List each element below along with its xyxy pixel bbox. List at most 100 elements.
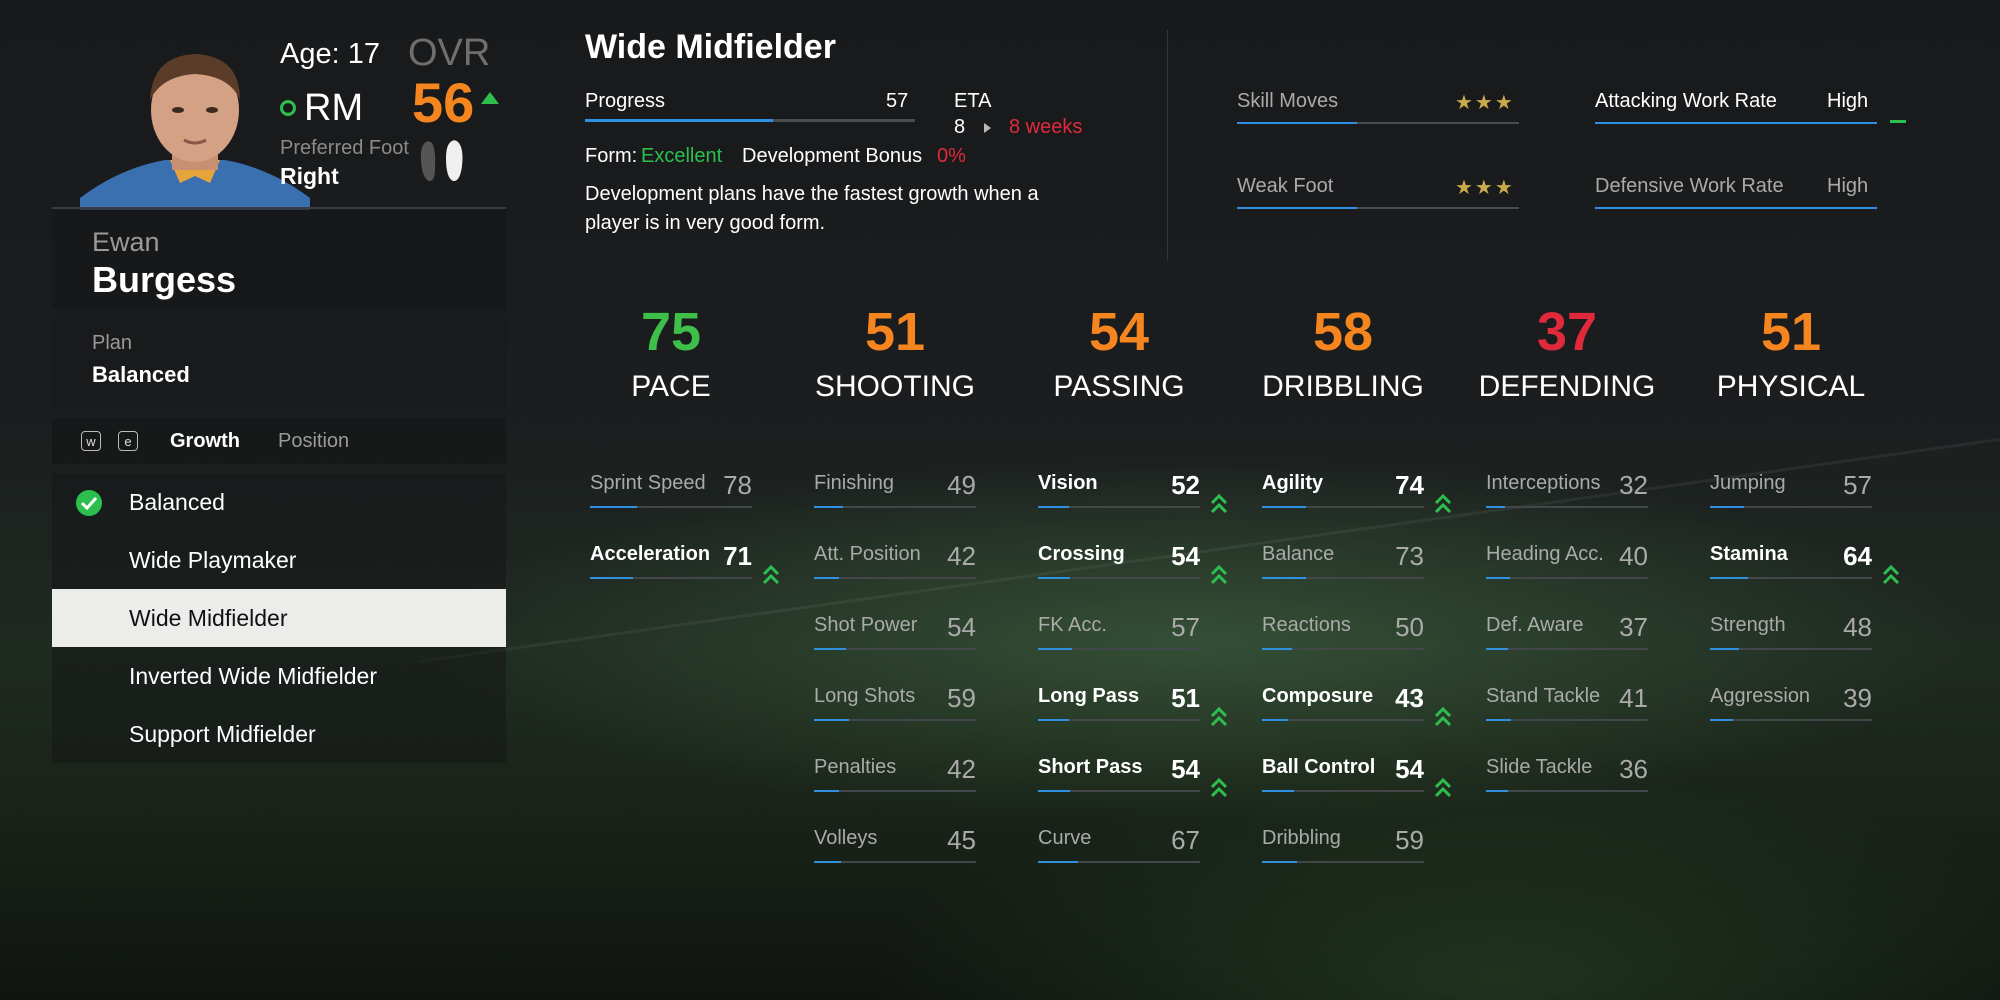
- key-e-icon: e: [118, 431, 138, 451]
- stat-value: 51: [1171, 683, 1200, 713]
- stat-bar-fill: [1038, 719, 1069, 721]
- stat-bar: [1038, 577, 1200, 579]
- stat-row[interactable]: Strength 48: [1710, 612, 1872, 654]
- stat-row[interactable]: Slide Tackle 36: [1486, 754, 1648, 796]
- development-bonus-label: Development Bonus: [742, 145, 923, 167]
- stat-label: Aggression: [1710, 685, 1811, 707]
- stat-bar: [1710, 506, 1872, 508]
- plan-item[interactable]: Support Midfielder: [52, 705, 506, 763]
- player-name-card: Ewan Burgess: [52, 209, 506, 309]
- category-value: 54: [1088, 302, 1150, 362]
- plan-item[interactable]: Wide Playmaker: [52, 531, 506, 589]
- vertical-divider: [1167, 30, 1168, 260]
- stat-bar-fill: [1262, 861, 1298, 863]
- stat-bar-fill: [814, 719, 850, 721]
- stat-row[interactable]: Acceleration 71: [590, 541, 752, 583]
- stat-row[interactable]: Penalties 42: [814, 754, 976, 796]
- stat-row[interactable]: Reactions 50: [1262, 612, 1424, 654]
- stat-row[interactable]: Short Pass 54: [1038, 754, 1200, 796]
- stat-label: Jumping: [1710, 472, 1786, 494]
- plan-item[interactable]: Wide Midfielder: [52, 589, 506, 647]
- stat-label: Sprint Speed: [590, 472, 706, 494]
- category-value: 75: [640, 302, 702, 362]
- stat-label: Interceptions: [1486, 472, 1601, 494]
- eta-weeks: 8 weeks: [1009, 116, 1083, 138]
- stat-row[interactable]: Composure 43: [1262, 683, 1424, 725]
- plan-title: Wide Midfielder: [585, 28, 836, 66]
- stat-row[interactable]: Stand Tackle 41: [1486, 683, 1648, 725]
- stat-value: 39: [1843, 683, 1872, 713]
- defensive-work-rate-value: High: [1827, 175, 1869, 197]
- growth-up-icon: [1210, 492, 1228, 516]
- tab-growth[interactable]: Growth: [170, 430, 240, 453]
- stat-row[interactable]: Heading Acc. 40: [1486, 541, 1648, 583]
- stat-bar: [1710, 719, 1872, 721]
- stat-row[interactable]: Sprint Speed 78: [590, 470, 752, 512]
- stat-bar: [814, 719, 976, 721]
- growth-up-icon: [1434, 776, 1452, 800]
- stat-bar-fill: [1710, 648, 1739, 650]
- stat-row[interactable]: Long Shots 59: [814, 683, 976, 725]
- stat-label: Vision: [1038, 472, 1098, 494]
- stat-value: 43: [1395, 683, 1424, 713]
- stat-row[interactable]: Volleys 45: [814, 825, 976, 867]
- stat-row[interactable]: Dribbling 59: [1262, 825, 1424, 867]
- stat-label: Agility: [1262, 472, 1324, 494]
- stat-row[interactable]: Finishing 49: [814, 470, 976, 512]
- stat-label: Reactions: [1262, 614, 1351, 636]
- preferred-foot-label: Preferred Foot: [280, 137, 409, 159]
- stat-value: 73: [1395, 541, 1424, 571]
- stat-row[interactable]: Att. Position 42: [814, 541, 976, 583]
- stat-bar-fill: [1038, 861, 1079, 863]
- stat-label: Slide Tackle: [1486, 756, 1593, 778]
- stat-row[interactable]: Crossing 54: [1038, 541, 1200, 583]
- stat-label: Ball Control: [1262, 756, 1376, 778]
- plan-item[interactable]: Balanced: [52, 473, 506, 531]
- stat-bar: [1038, 790, 1200, 792]
- plan-item[interactable]: Inverted Wide Midfielder: [52, 647, 506, 705]
- stat-label: Heading Acc.: [1486, 543, 1604, 565]
- skill-moves-stars-icon: ★★★: [1455, 92, 1515, 114]
- defensive-work-rate-bar: [1595, 207, 1877, 209]
- stat-row[interactable]: Ball Control 54: [1262, 754, 1424, 796]
- stat-row[interactable]: Shot Power 54: [814, 612, 976, 654]
- check-icon: [76, 490, 102, 516]
- tab-position[interactable]: Position: [278, 430, 349, 453]
- attacking-work-rate-bar: [1595, 122, 1877, 124]
- stat-label: Dribbling: [1262, 827, 1341, 849]
- plan-item-label: Wide Playmaker: [129, 547, 297, 573]
- growth-up-icon: [1210, 776, 1228, 800]
- stat-row[interactable]: FK Acc. 57: [1038, 612, 1200, 654]
- plan-item-label: Inverted Wide Midfielder: [129, 663, 377, 689]
- ovr-up-arrow-icon: [481, 92, 499, 104]
- stat-row[interactable]: Def. Aware 37: [1486, 612, 1648, 654]
- stat-value: 59: [947, 683, 976, 713]
- stat-label: Att. Position: [814, 543, 921, 565]
- stat-bar: [1262, 577, 1424, 579]
- stat-row[interactable]: Aggression 39: [1710, 683, 1872, 725]
- stat-bar-fill: [1486, 577, 1510, 579]
- stat-label: Short Pass: [1038, 756, 1143, 778]
- stat-label: Balance: [1262, 543, 1335, 565]
- attacking-work-rate-value: High: [1827, 90, 1869, 112]
- stat-row[interactable]: Stamina 64: [1710, 541, 1872, 583]
- growth-up-icon: [1882, 563, 1900, 587]
- stat-row[interactable]: Vision 52: [1038, 470, 1200, 512]
- stat-row[interactable]: Long Pass 51: [1038, 683, 1200, 725]
- growth-up-icon: [1434, 492, 1452, 516]
- category-defending: 37 DEFENDING: [1467, 300, 1667, 410]
- stat-bar: [814, 790, 976, 792]
- stat-value: 71: [723, 541, 752, 571]
- stat-row[interactable]: Interceptions 32: [1486, 470, 1648, 512]
- stat-label: Long Pass: [1038, 685, 1140, 707]
- stat-row[interactable]: Agility 74: [1262, 470, 1424, 512]
- stat-bar-fill: [1486, 648, 1509, 650]
- stat-row[interactable]: Curve 67: [1038, 825, 1200, 867]
- eta-number: 8: [954, 116, 966, 138]
- stat-bar-fill: [1038, 506, 1070, 508]
- stat-row[interactable]: Balance 73: [1262, 541, 1424, 583]
- form-value: Excellent: [641, 145, 723, 167]
- stat-label: FK Acc.: [1038, 614, 1107, 636]
- stat-row[interactable]: Jumping 57: [1710, 470, 1872, 512]
- progress-value: 57: [886, 90, 909, 112]
